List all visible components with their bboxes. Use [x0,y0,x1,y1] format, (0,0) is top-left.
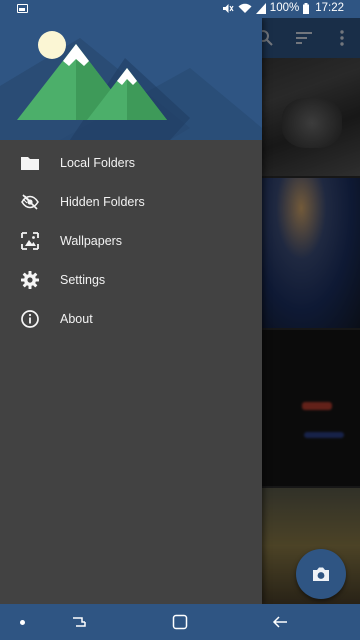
clock: 17:22 [315,2,344,14]
system-navigation-bar [0,604,360,640]
recent-apps-icon[interactable] [70,613,88,631]
navigation-drawer: Local Folders Hidden Folders Wallpapers [0,18,262,604]
nav-dot-indicator[interactable] [20,620,25,625]
menu-item-label: Wallpapers [60,233,123,248]
menu-item-wallpapers[interactable]: Wallpapers [0,221,262,260]
menu-item-label: About [60,311,93,326]
status-bar: 100% 17:22 [0,0,360,18]
menu-item-hidden-folders[interactable]: Hidden Folders [0,182,262,221]
scrim-overlay[interactable] [262,18,360,604]
hidden-eye-icon [21,194,39,210]
menu-item-settings[interactable]: Settings [0,260,262,299]
wallpaper-icon [21,232,39,250]
menu-item-label: Settings [60,272,106,287]
menu-item-local-folders[interactable]: Local Folders [0,143,262,182]
drawer-menu: Local Folders Hidden Folders Wallpapers [0,143,262,338]
gear-icon [21,271,39,289]
signal-icon [255,2,266,14]
home-icon[interactable] [171,613,189,631]
camera-fab[interactable] [296,549,346,599]
folder-icon [21,157,39,170]
gallery-notification-icon [17,4,28,13]
camera-icon [313,567,329,581]
app-logo-mountains [0,31,262,140]
mute-icon [222,3,234,13]
menu-item-label: Hidden Folders [60,194,145,209]
battery-icon [303,2,310,14]
drawer-header [0,18,262,140]
back-icon[interactable] [271,613,289,631]
battery-percent: 100% [269,2,300,14]
info-icon [21,310,39,328]
menu-item-about[interactable]: About [0,299,262,338]
wifi-icon [238,3,252,13]
menu-item-label: Local Folders [60,155,136,170]
